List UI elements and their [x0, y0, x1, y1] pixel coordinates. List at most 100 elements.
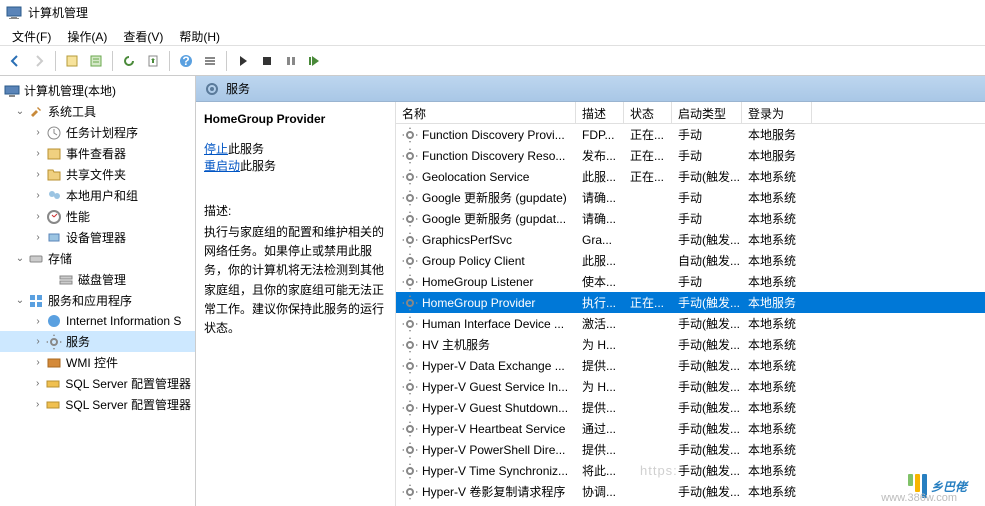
node-icon — [46, 125, 62, 141]
service-row[interactable]: Hyper-V Guest Shutdown...提供...手动(触发...本地… — [396, 397, 985, 418]
node-icon — [46, 334, 62, 350]
node-icon — [46, 230, 62, 246]
tb-detail[interactable] — [85, 50, 107, 72]
tb-list[interactable] — [199, 50, 221, 72]
tree-item[interactable]: ›Internet Information S — [0, 311, 195, 331]
menu-action[interactable]: 操作(A) — [59, 26, 115, 43]
tree-item[interactable]: 磁盘管理 — [0, 269, 195, 290]
service-row[interactable]: GraphicsPerfSvcGra...手动(触发...本地系统 — [396, 229, 985, 250]
tree-storage[interactable]: ⌄ 存储 — [0, 248, 195, 269]
expander-icon[interactable]: › — [32, 399, 43, 411]
gear-icon — [402, 400, 418, 416]
gear-icon — [402, 169, 418, 185]
gear-icon — [402, 148, 418, 164]
tree-root[interactable]: 计算机管理(本地) — [0, 80, 195, 101]
app-icon — [6, 4, 22, 20]
tree-item[interactable]: ›WMI 控件 — [0, 352, 195, 373]
expander-icon[interactable]: ⌄ — [14, 106, 26, 118]
tree-item[interactable]: ›本地用户和组 — [0, 185, 195, 206]
gear-icon — [402, 190, 418, 206]
storage-icon — [28, 251, 44, 267]
service-row[interactable]: Google 更新服务 (gupdate)请确...手动本地系统 — [396, 187, 985, 208]
service-row[interactable]: Hyper-V Data Exchange ...提供...手动(触发...本地… — [396, 355, 985, 376]
tb-refresh[interactable] — [118, 50, 140, 72]
col-status[interactable]: 状态 — [624, 102, 672, 123]
tree-item[interactable]: ›SQL Server 配置管理器 — [0, 373, 195, 394]
expander-icon[interactable]: › — [32, 315, 44, 327]
stop-link[interactable]: 停止 — [204, 142, 228, 156]
service-row[interactable]: Function Discovery Reso...发布...正在...手动本地… — [396, 145, 985, 166]
expander-icon[interactable]: › — [32, 148, 44, 160]
watermark-url: www.386w.com — [881, 492, 957, 504]
tb-properties[interactable] — [61, 50, 83, 72]
menu-file[interactable]: 文件(F) — [4, 26, 59, 43]
expander-icon[interactable]: › — [32, 127, 44, 139]
tree-item[interactable]: ›共享文件夹 — [0, 164, 195, 185]
window-title: 计算机管理 — [28, 4, 88, 21]
tree-item[interactable]: ›服务 — [0, 331, 195, 352]
nav-tree[interactable]: 计算机管理(本地) ⌄ 系统工具 ›任务计划程序›事件查看器›共享文件夹›本地用… — [0, 76, 196, 506]
tb-help[interactable]: ? — [175, 50, 197, 72]
expander-icon[interactable]: › — [32, 378, 43, 390]
service-row[interactable]: Function Discovery Provi...FDP...正在...手动… — [396, 124, 985, 145]
expander-icon[interactable]: › — [32, 169, 44, 181]
node-icon — [46, 313, 62, 329]
service-row[interactable]: HV 主机服务为 H...手动(触发...本地系统 — [396, 334, 985, 355]
service-row[interactable]: Group Policy Client此服...自动(触发...本地系统 — [396, 250, 985, 271]
service-row[interactable]: Google 更新服务 (gupdat...请确...手动本地系统 — [396, 208, 985, 229]
tb-export[interactable] — [142, 50, 164, 72]
tree-item[interactable]: ›性能 — [0, 206, 195, 227]
service-row[interactable]: Hyper-V PowerShell Dire...提供...手动(触发...本… — [396, 439, 985, 460]
tb-restart[interactable] — [304, 50, 326, 72]
right-pane: 服务 HomeGroup Provider 停止此服务 重启动此服务 描述: 执… — [196, 76, 985, 506]
tree-services-apps[interactable]: ⌄ 服务和应用程序 — [0, 290, 195, 311]
node-icon — [45, 376, 61, 392]
tree-item[interactable]: ›任务计划程序 — [0, 122, 195, 143]
node-icon — [46, 209, 62, 225]
forward-button[interactable] — [28, 50, 50, 72]
expander-icon[interactable]: ⌄ — [14, 253, 26, 265]
separator — [226, 51, 227, 71]
back-button[interactable] — [4, 50, 26, 72]
gear-icon — [402, 274, 418, 290]
service-row[interactable]: HomeGroup Listener使本...手动本地系统 — [396, 271, 985, 292]
node-icon — [46, 167, 62, 183]
menu-help[interactable]: 帮助(H) — [171, 26, 228, 43]
node-icon — [45, 397, 61, 413]
toolbar: ? — [0, 46, 985, 76]
service-row[interactable]: HomeGroup Provider执行...正在...手动(触发...本地服务 — [396, 292, 985, 313]
tb-pause[interactable] — [280, 50, 302, 72]
expander-icon[interactable]: › — [32, 232, 44, 244]
expander-icon[interactable]: ⌄ — [14, 295, 26, 307]
list-body[interactable]: Function Discovery Provi...FDP...正在...手动… — [396, 124, 985, 506]
service-row[interactable]: Hyper-V Guest Service In...为 H...手动(触发..… — [396, 376, 985, 397]
gear-icon — [402, 442, 418, 458]
expander-icon[interactable]: › — [32, 211, 44, 223]
expander-icon[interactable]: › — [32, 336, 44, 348]
tree-system-tools[interactable]: ⌄ 系统工具 — [0, 101, 195, 122]
restart-link[interactable]: 重启动 — [204, 159, 240, 173]
col-name[interactable]: 名称 — [396, 102, 576, 123]
menu-view[interactable]: 查看(V) — [115, 26, 171, 43]
tb-play[interactable] — [232, 50, 254, 72]
right-header-title: 服务 — [226, 80, 250, 97]
body: 计算机管理(本地) ⌄ 系统工具 ›任务计划程序›事件查看器›共享文件夹›本地用… — [0, 76, 985, 506]
gear-icon — [402, 421, 418, 437]
gear-icon — [402, 358, 418, 374]
tree-item[interactable]: ›SQL Server 配置管理器 — [0, 394, 195, 415]
tree-item[interactable]: ›事件查看器 — [0, 143, 195, 164]
gear-icon — [402, 337, 418, 353]
service-detail-pane: HomeGroup Provider 停止此服务 重启动此服务 描述: 执行与家… — [196, 102, 396, 506]
service-row[interactable]: Hyper-V Heartbeat Service通过...手动(触发...本地… — [396, 418, 985, 439]
tb-stop[interactable] — [256, 50, 278, 72]
service-row[interactable]: Human Interface Device ...激活...手动(触发...本… — [396, 313, 985, 334]
col-startup[interactable]: 启动类型 — [672, 102, 742, 123]
service-row[interactable]: Geolocation Service此服...正在...手动(触发...本地系… — [396, 166, 985, 187]
service-row[interactable]: Hyper-V Time Synchroniz...将此...手动(触发...本… — [396, 460, 985, 481]
col-desc[interactable]: 描述 — [576, 102, 624, 123]
gear-icon — [402, 295, 418, 311]
col-logon[interactable]: 登录为 — [742, 102, 812, 123]
expander-icon[interactable]: › — [32, 190, 44, 202]
expander-icon[interactable]: › — [32, 357, 44, 369]
tree-item[interactable]: ›设备管理器 — [0, 227, 195, 248]
